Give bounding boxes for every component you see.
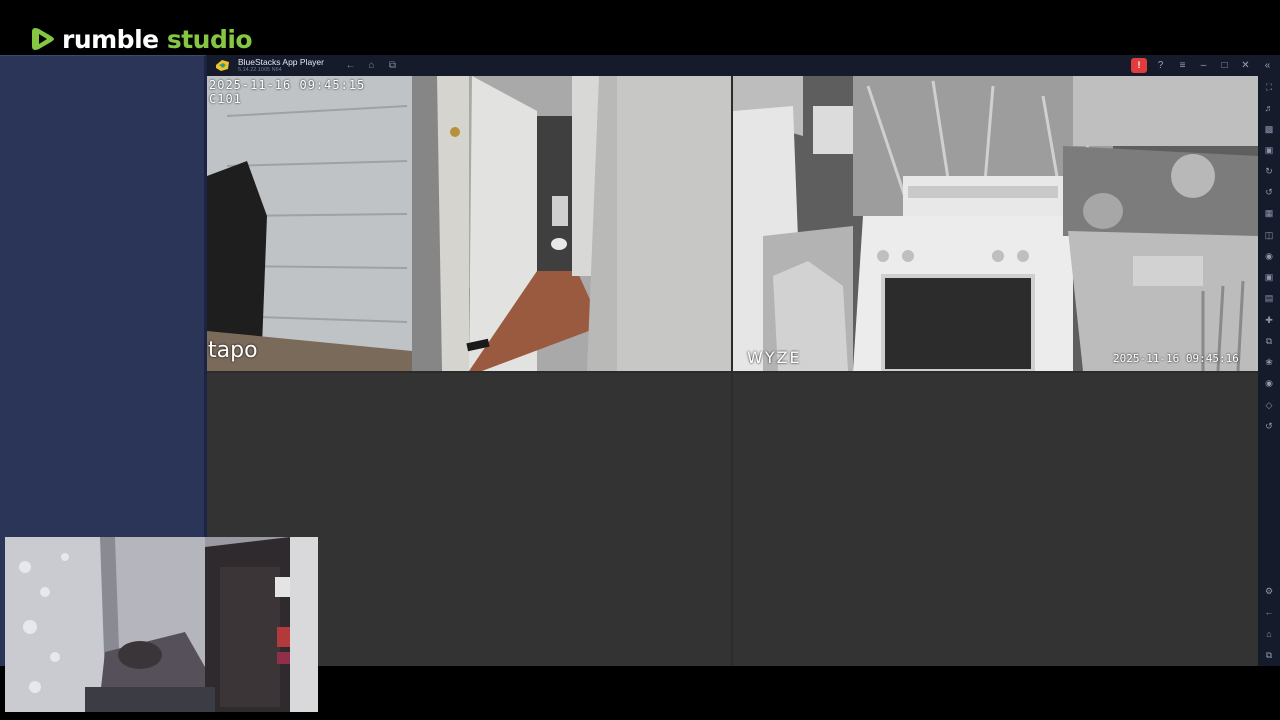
webcam-feed — [5, 537, 318, 712]
close-icon[interactable]: ✕ — [1238, 58, 1253, 73]
alert-icon[interactable]: ! — [1131, 58, 1147, 73]
folder-icon[interactable]: ▤ — [1262, 291, 1276, 305]
wyze-watermark: WYZE — [747, 348, 802, 367]
kitchen-camera[interactable]: WYZE 2025-11-16 09:45:16 — [733, 76, 1258, 371]
collapse-sidebar-icon[interactable]: « — [1260, 58, 1275, 73]
minimize-icon[interactable]: – — [1196, 58, 1211, 73]
kitchen-feed — [733, 76, 1258, 371]
stream-canvas: rumble studio BlueStacks App Player 5.14… — [0, 0, 1280, 720]
camera-label: C101 — [209, 92, 242, 106]
rotate-icon[interactable]: ↻ — [1262, 164, 1276, 178]
recent-apps-icon[interactable]: ⧉ — [1262, 648, 1276, 662]
rumble-studio-logo: rumble studio — [30, 24, 253, 54]
bluestacks-logo-icon — [216, 60, 229, 71]
window-title: BlueStacks App Player — [238, 57, 324, 67]
camera-grid: 2025-11-16 09:45:15 C101 tapo WYZE 2025-… — [207, 76, 1258, 666]
brand-word-studio: studio — [166, 24, 253, 54]
menu-icon[interactable]: ≡ — [1175, 58, 1190, 73]
replay-icon[interactable]: ↺ — [1262, 419, 1276, 433]
webcam-overlay — [5, 537, 318, 712]
camera-icon[interactable]: ▣ — [1262, 270, 1276, 284]
layers-icon[interactable]: ◇ — [1262, 398, 1276, 412]
empty-camera-slot[interactable] — [733, 373, 1258, 666]
camera-timestamp: 2025-11-16 09:45:16 — [1113, 352, 1239, 365]
shake-icon[interactable]: ✚ — [1262, 313, 1276, 327]
bluestacks-window: BlueStacks App Player 5.14.22.1005 N64 ←… — [207, 55, 1280, 666]
settings-icon[interactable]: ⚙ — [1262, 584, 1276, 598]
screen-record-icon[interactable]: ◉ — [1262, 249, 1276, 263]
brand-word-rumble: rumble — [62, 24, 159, 54]
bluestacks-titlebar[interactable]: BlueStacks App Player 5.14.22.1005 N64 ←… — [207, 55, 1280, 76]
brand-wordmark: rumble studio — [62, 24, 253, 54]
hallway-camera[interactable]: 2025-11-16 09:45:15 C101 tapo — [207, 76, 731, 371]
back-icon[interactable]: ← — [344, 59, 357, 72]
help-icon[interactable]: ? — [1153, 58, 1168, 73]
maximize-icon[interactable]: □ — [1217, 58, 1232, 73]
home-icon[interactable]: ⌂ — [1262, 627, 1276, 641]
screenshot-icon[interactable]: ▣ — [1262, 143, 1276, 157]
home-icon[interactable]: ⌂ — [365, 59, 378, 72]
fullscreen-icon[interactable]: ⛶ — [1262, 80, 1276, 94]
volume-icon[interactable]: ♬ — [1262, 101, 1276, 115]
sync-icon[interactable]: ↺ — [1262, 185, 1276, 199]
bluestacks-sidebar: ⛶ ♬ ▩ ▣ ↻ ↺ ▦ ◫ ◉ ▣ ▤ ✚ ⧉ ❀ ◉ ◇ ↺ ⚙ ← ⌂ … — [1258, 76, 1280, 666]
macro-icon[interactable]: ▦ — [1262, 206, 1276, 220]
location-icon[interactable]: ◉ — [1262, 376, 1276, 390]
media-manager-icon[interactable]: ▩ — [1262, 122, 1276, 136]
gamepad-icon[interactable]: ◫ — [1262, 228, 1276, 242]
window-version: 5.14.22.1005 N64 — [238, 67, 282, 73]
tapo-watermark: tapo — [208, 338, 258, 363]
multi-window-icon[interactable]: ⧉ — [1262, 334, 1276, 348]
rumble-play-icon — [32, 28, 54, 50]
camera-timestamp: 2025-11-16 09:45:15 — [209, 78, 366, 92]
back-icon[interactable]: ← — [1262, 605, 1276, 619]
eco-mode-icon[interactable]: ❀ — [1262, 355, 1276, 369]
hallway-feed — [207, 76, 731, 371]
multi-instance-icon[interactable]: ⧉ — [386, 59, 399, 72]
